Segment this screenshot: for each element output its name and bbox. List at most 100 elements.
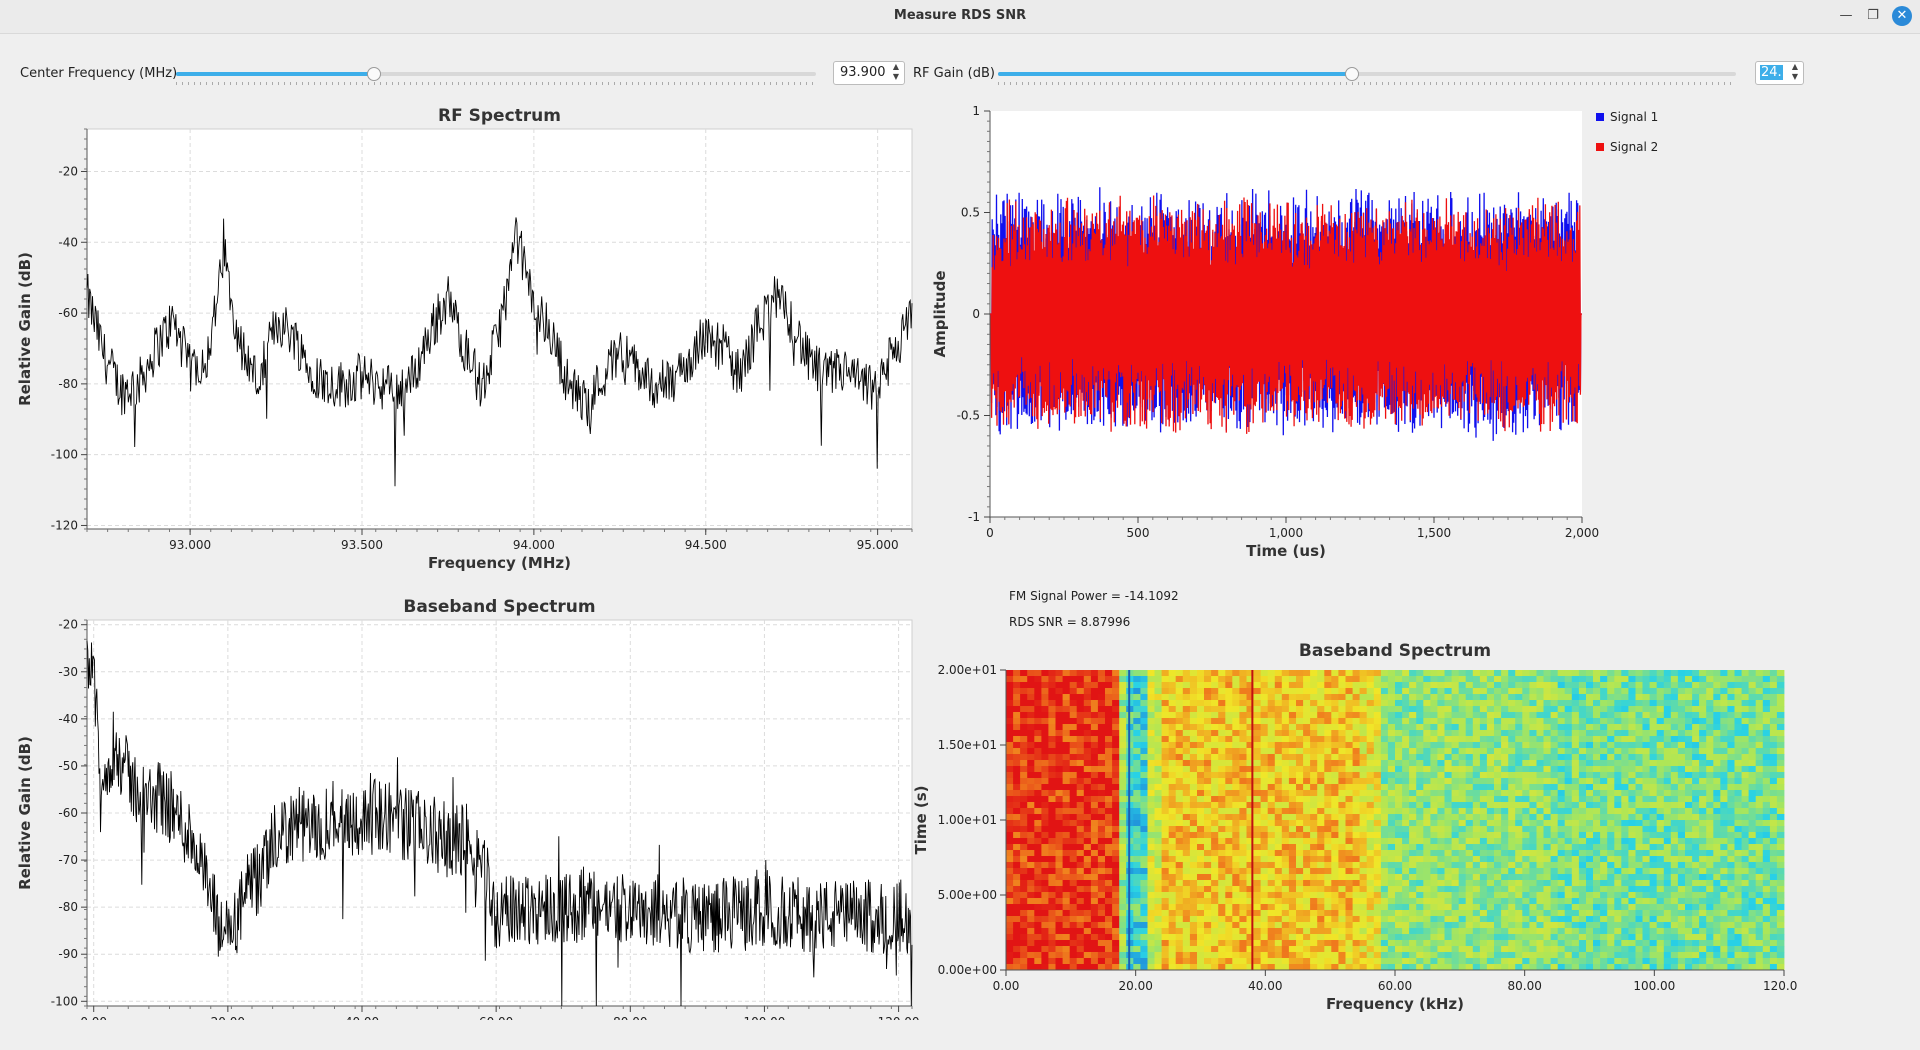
heatmap-cell xyxy=(1508,676,1516,682)
heatmap-cell xyxy=(1261,814,1269,820)
heatmap-cell xyxy=(1544,904,1552,910)
rf-gain-spinbox[interactable]: 24. ▲▼ xyxy=(1755,61,1804,85)
heatmap-cell xyxy=(1445,748,1453,754)
heatmap-cell xyxy=(1112,754,1120,760)
heatmap-cell xyxy=(1013,904,1021,910)
heatmap-cell xyxy=(1749,754,1757,760)
heatmap-cell xyxy=(1628,742,1636,748)
heatmap-cell xyxy=(1268,820,1276,826)
heatmap-cell xyxy=(1381,766,1389,772)
heatmap-cell xyxy=(1225,700,1233,706)
heatmap-cell xyxy=(1388,766,1396,772)
heatmap-cell xyxy=(1614,724,1622,730)
heatmap-cell xyxy=(1551,742,1559,748)
heatmap-cell xyxy=(1063,754,1071,760)
minimize-icon[interactable]: — xyxy=(1836,6,1856,26)
heatmap-cell xyxy=(1317,892,1325,898)
heatmap-cell xyxy=(1522,856,1530,862)
slider-handle[interactable] xyxy=(367,67,381,81)
heatmap-cell xyxy=(1211,694,1219,700)
heatmap-cell xyxy=(1155,724,1163,730)
slider-handle[interactable] xyxy=(1345,67,1359,81)
heatmap-cell xyxy=(1735,850,1743,856)
heatmap-cell xyxy=(1593,766,1601,772)
heatmap-cell xyxy=(1579,718,1587,724)
heatmap-cell xyxy=(1048,790,1056,796)
heatmap-cell xyxy=(1006,718,1014,724)
heatmap-cell xyxy=(1501,844,1509,850)
heatmap-cell xyxy=(1727,694,1735,700)
heatmap-cell xyxy=(1034,742,1042,748)
heatmap-cell xyxy=(1529,742,1537,748)
heatmap-cell xyxy=(1459,712,1467,718)
heatmap-cell xyxy=(1522,724,1530,730)
heatmap-cell xyxy=(1324,844,1332,850)
heatmap-cell xyxy=(1685,826,1693,832)
heatmap-cell xyxy=(1487,844,1495,850)
heatmap-cell xyxy=(1423,742,1431,748)
heatmap-cell xyxy=(1176,784,1184,790)
heatmap-cell xyxy=(1105,724,1113,730)
heatmap-cell xyxy=(1063,688,1071,694)
heatmap-cell xyxy=(1544,832,1552,838)
restore-icon[interactable]: ❐ xyxy=(1863,6,1883,26)
heatmap-cell xyxy=(1338,868,1346,874)
rf-gain-slider[interactable] xyxy=(998,65,1736,83)
center-frequency-slider[interactable] xyxy=(176,65,816,83)
heatmap-cell xyxy=(1324,826,1332,832)
heatmap-cell xyxy=(1742,850,1750,856)
heatmap-cell xyxy=(1317,754,1325,760)
heatmap-cell xyxy=(1338,880,1346,886)
heatmap-cell xyxy=(1041,916,1049,922)
heatmap-cell xyxy=(1501,874,1509,880)
heatmap-cell xyxy=(1338,802,1346,808)
heatmap-cell xyxy=(1430,796,1438,802)
heatmap-cell xyxy=(1756,862,1764,868)
heatmap-cell xyxy=(1480,916,1488,922)
heatmap-cell xyxy=(1763,682,1771,688)
center-frequency-spinbox[interactable]: 93.900 ▲▼ xyxy=(833,61,905,85)
heatmap-cell xyxy=(1466,808,1474,814)
heatmap-cell xyxy=(1735,742,1743,748)
heatmap-cell xyxy=(1091,670,1099,676)
heatmap-cell xyxy=(1218,814,1226,820)
heatmap-cell xyxy=(1529,826,1537,832)
heatmap-cell xyxy=(1593,670,1601,676)
heatmap-cell xyxy=(1190,742,1198,748)
heatmap-cell xyxy=(1445,682,1453,688)
heatmap-cell xyxy=(1381,784,1389,790)
heatmap-cell xyxy=(1508,778,1516,784)
heatmap-cell xyxy=(1077,754,1085,760)
heatmap-cell xyxy=(1508,706,1516,712)
heatmap-cell xyxy=(1529,706,1537,712)
heatmap-cell xyxy=(1303,766,1311,772)
heatmap-cell xyxy=(1621,832,1629,838)
heatmap-cell xyxy=(1034,820,1042,826)
heatmap-cell xyxy=(1713,760,1721,766)
heatmap-cell xyxy=(1261,844,1269,850)
heatmap-cell xyxy=(1353,826,1361,832)
heatmap-cell xyxy=(1148,820,1156,826)
spin-arrows-icon[interactable]: ▲▼ xyxy=(1790,62,1800,82)
heatmap-cell xyxy=(1183,748,1191,754)
heatmap-cell xyxy=(1565,790,1573,796)
heatmap-cell xyxy=(1678,760,1686,766)
heatmap-cell xyxy=(1162,700,1170,706)
close-icon[interactable]: ✕ xyxy=(1892,6,1912,26)
heatmap-cell xyxy=(1077,760,1085,766)
heatmap-cell xyxy=(1360,892,1368,898)
heatmap-cell xyxy=(1346,898,1354,904)
heatmap-cell xyxy=(1140,700,1148,706)
heatmap-cell xyxy=(1056,706,1064,712)
heatmap-cell xyxy=(1544,766,1552,772)
heatmap-cell xyxy=(1027,778,1035,784)
heatmap-cell xyxy=(1275,730,1283,736)
spin-arrows-icon[interactable]: ▲▼ xyxy=(891,62,901,82)
heatmap-cell xyxy=(1091,826,1099,832)
heatmap-cell xyxy=(1749,742,1757,748)
heatmap-cell xyxy=(1190,838,1198,844)
heatmap-cell xyxy=(1034,784,1042,790)
heatmap-cell xyxy=(1650,736,1658,742)
heatmap-cell xyxy=(1282,760,1290,766)
heatmap-cell xyxy=(1445,880,1453,886)
